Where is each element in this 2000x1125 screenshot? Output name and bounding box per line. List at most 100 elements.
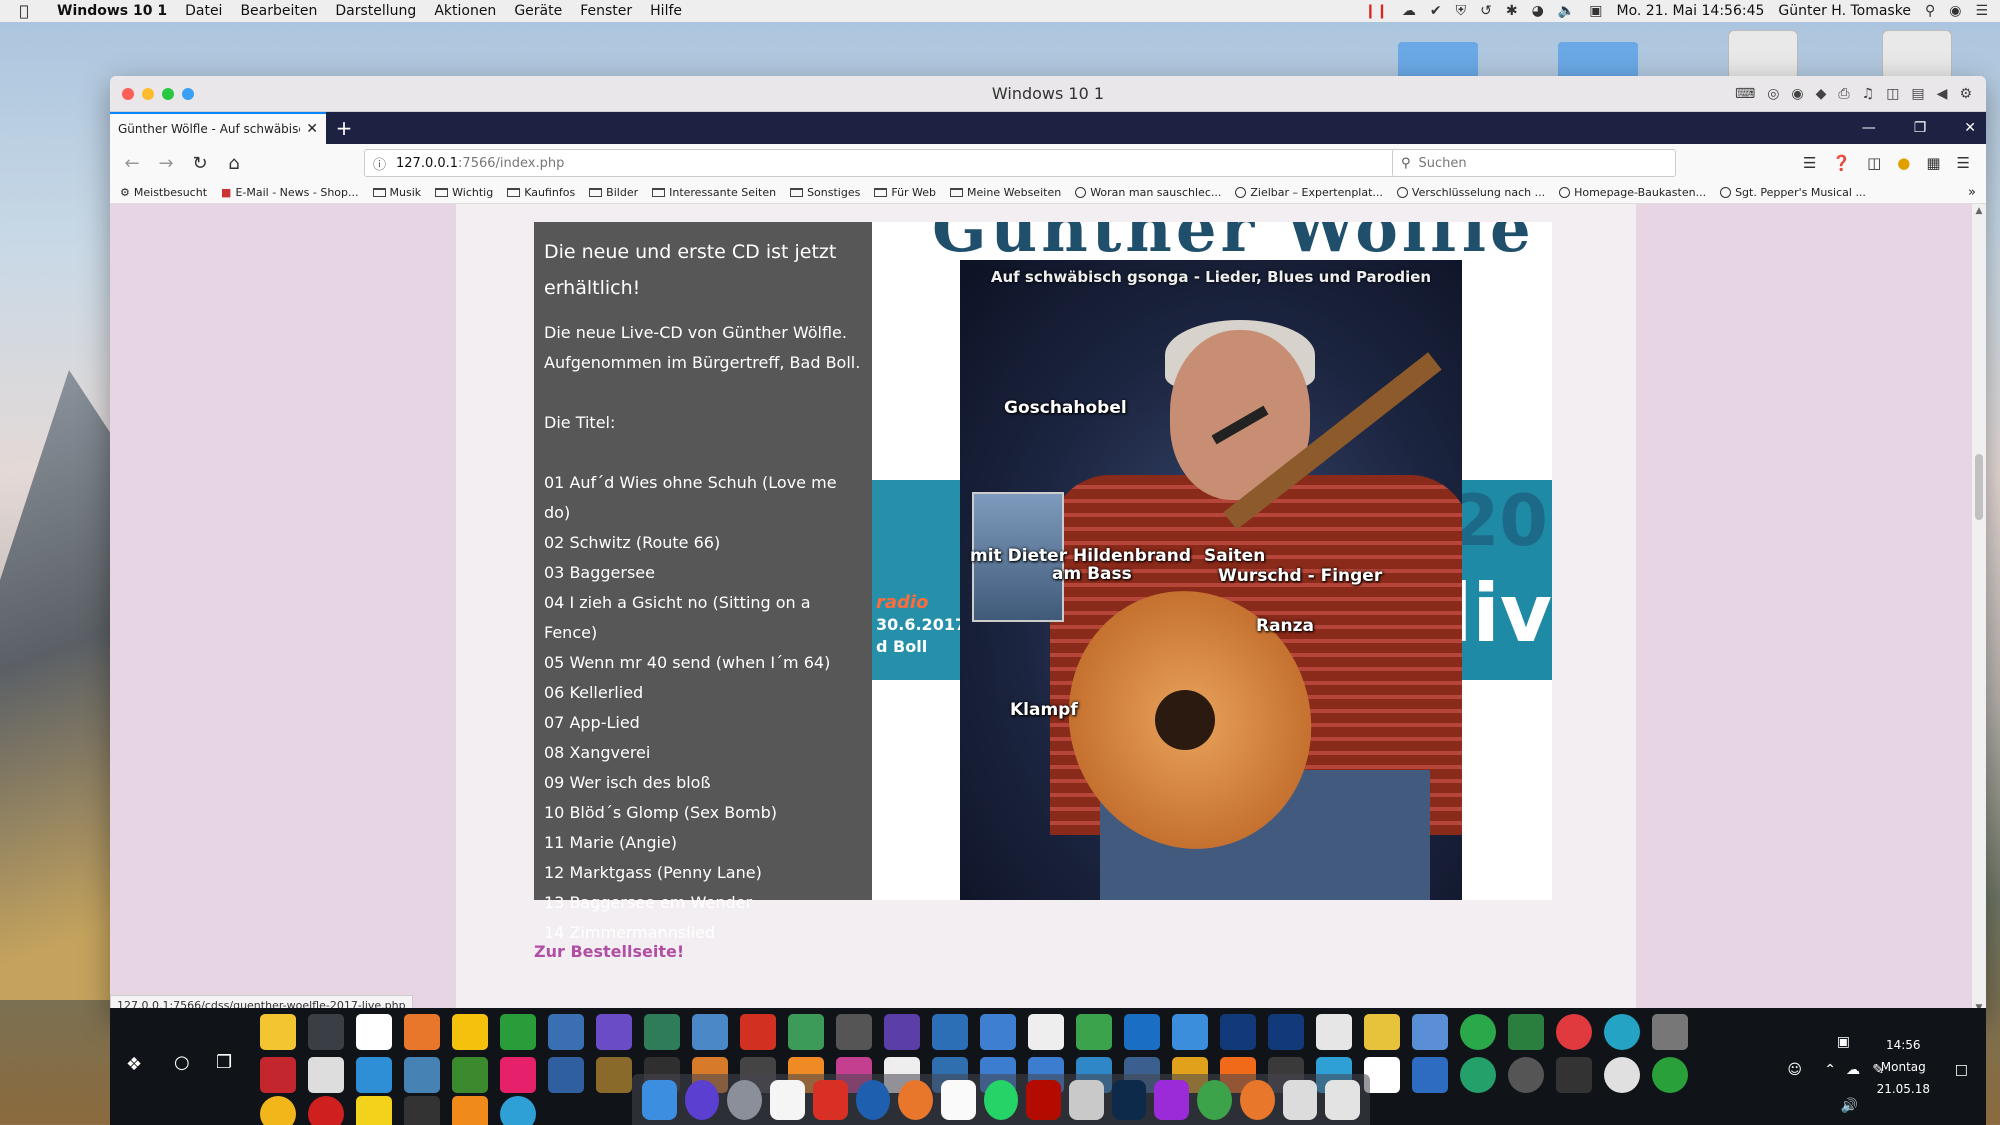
wifi-icon[interactable]: ◕ [1532, 3, 1544, 19]
vertical-scrollbar[interactable]: ▲ ▼ [1972, 204, 1986, 1015]
home-icon[interactable]: ⌂ [220, 149, 248, 177]
menu-darstellung[interactable]: Darstellung [326, 3, 425, 19]
onedrive-icon[interactable]: ☁ [1846, 1062, 1860, 1078]
bluetooth-icon[interactable]: ✱ [1506, 3, 1518, 19]
document-dock-icon[interactable] [940, 1079, 976, 1120]
scroll-up-arrow-icon[interactable]: ▲ [1972, 206, 1986, 216]
bookmark-item[interactable]: ⚙ Meistbesucht [120, 186, 207, 199]
site-info-icon[interactable]: ⓘ [373, 154, 386, 173]
network-icon[interactable]: ▣ [1837, 1034, 1850, 1050]
app-compass-icon[interactable] [932, 1014, 968, 1050]
sound-icon[interactable]: ♫ [1862, 86, 1875, 102]
bookmark-item[interactable]: Zielbar – Expertenplat... [1235, 186, 1383, 199]
app-m-icon[interactable] [500, 1057, 536, 1093]
sidebar-icon[interactable]: ◫ [1867, 154, 1881, 172]
launchpad-icon[interactable] [727, 1079, 763, 1120]
app-circle-icon[interactable] [500, 1096, 536, 1125]
bookmark-folder[interactable]: Musik [372, 186, 421, 199]
disk-icon[interactable]: ◫ [1886, 86, 1899, 102]
folder-share-icon[interactable]: ▤ [1911, 86, 1924, 102]
bookmarks-overflow-chevron-icon[interactable]: » [1968, 185, 1976, 200]
app-warning-icon[interactable] [260, 1096, 296, 1125]
creative-cloud-icon[interactable]: ☁ [1402, 3, 1416, 19]
app-gray2-icon[interactable] [1508, 1057, 1544, 1093]
menu-bearbeiten[interactable]: Bearbeiten [231, 3, 326, 19]
app-blue-icon[interactable] [692, 1014, 728, 1050]
usb-icon[interactable]: ◆ [1816, 86, 1827, 102]
bookmark-folder[interactable]: Sonstiges [790, 186, 860, 199]
app-lock-icon[interactable] [596, 1057, 632, 1093]
app-bug-icon[interactable] [260, 1057, 296, 1093]
shield-icon[interactable]: ⛨ [1456, 3, 1467, 19]
app-media-icon[interactable] [404, 1096, 440, 1125]
app-helmet-icon[interactable] [452, 1057, 488, 1093]
app-dock-purple-icon[interactable] [1154, 1079, 1190, 1120]
photoshop-icon[interactable] [1111, 1079, 1147, 1120]
france-tv-icon[interactable] [1220, 1014, 1256, 1050]
firefox-dev-icon[interactable] [1239, 1079, 1275, 1120]
spotlight-search-icon[interactable]: ⚲ [1925, 3, 1935, 19]
firefox-icon[interactable] [404, 1014, 440, 1050]
file-explorer-icon[interactable] [260, 1014, 296, 1050]
volume-icon[interactable]: 🔈 [1558, 3, 1575, 19]
cards-icon[interactable] [356, 1014, 392, 1050]
task-view-icon[interactable]: ❐ [216, 1052, 232, 1073]
app-triangle-icon[interactable] [1652, 1057, 1688, 1093]
app-f-icon[interactable] [1124, 1014, 1160, 1050]
action-center-icon[interactable]: □ [1955, 1062, 1968, 1078]
bookmark-item[interactable]: Homepage-Baukasten... [1559, 186, 1706, 199]
printer-icon[interactable]: ⎙ [1838, 86, 1849, 102]
menu-datei[interactable]: Datei [176, 3, 231, 19]
app-chart-icon[interactable] [1076, 1014, 1112, 1050]
app-settings-icon[interactable] [980, 1014, 1016, 1050]
globe-app-icon[interactable] [548, 1014, 584, 1050]
firefox-dock-icon[interactable] [898, 1079, 933, 1120]
arrow-left-icon[interactable]: ◀ [1937, 86, 1948, 102]
people-icon[interactable]: ☺ [1787, 1062, 1802, 1078]
bookmark-folder[interactable]: Interessante Seiten [652, 186, 776, 199]
cortana-circle-icon[interactable]: ○ [174, 1052, 190, 1073]
menu-hilfe[interactable]: Hilfe [641, 3, 691, 19]
desktop-folder-icon[interactable] [1398, 42, 1478, 77]
bookmark-item[interactable]: Verschlüsselung nach ... [1396, 186, 1545, 199]
bookmark-folder[interactable]: Kaufinfos [507, 186, 575, 199]
trash-icon[interactable] [1325, 1079, 1360, 1120]
app-screen-icon[interactable] [404, 1057, 440, 1093]
france-tv2-icon[interactable] [1268, 1014, 1304, 1050]
app-print-icon[interactable] [1364, 1014, 1400, 1050]
app-dock-green-icon[interactable] [1197, 1079, 1232, 1120]
browser-tab[interactable]: Günther Wölfle - Auf schwäbisch gs ✕ [110, 112, 326, 144]
whatsapp-icon[interactable] [983, 1079, 1019, 1120]
bookmark-folder[interactable]: Wichtig [435, 186, 493, 199]
tab-close-icon[interactable]: ✕ [306, 121, 318, 137]
app-chrome-icon[interactable] [1604, 1057, 1640, 1093]
new-tab-button[interactable]: + [326, 112, 362, 144]
app-purple-icon[interactable] [596, 1014, 632, 1050]
menubar-user[interactable]: Günter H. Tomaske [1778, 3, 1911, 19]
app-norton-icon[interactable] [356, 1096, 392, 1125]
menu-fenster[interactable]: Fenster [571, 3, 641, 19]
library-icon[interactable]: ☰ [1803, 154, 1816, 172]
help-icon[interactable]: ❓ [1832, 154, 1851, 172]
camera-icon[interactable]: ◉ [1791, 86, 1803, 102]
finder-icon[interactable] [642, 1079, 677, 1120]
app-doc-icon[interactable] [308, 1057, 344, 1093]
search-bar[interactable]: ⚲ Suchen [1392, 149, 1676, 177]
app-pen-icon[interactable] [788, 1014, 824, 1050]
notification-center-icon[interactable]: ☰ [1975, 3, 1988, 19]
app-cube-icon[interactable] [884, 1014, 920, 1050]
settings-gear-icon[interactable]: ⚙ [1959, 86, 1972, 102]
menu-app-name[interactable]: Windows 10 1 [48, 3, 176, 19]
parallels-icon[interactable]: ❙❙ [1364, 3, 1387, 19]
app-folder2-icon[interactable] [1412, 1057, 1448, 1093]
app-dock-screen-icon[interactable] [1282, 1079, 1318, 1120]
app-red-triangle-icon[interactable] [308, 1096, 344, 1125]
menu-aktionen[interactable]: Aktionen [425, 3, 505, 19]
extension-grid-icon[interactable]: ▦ [1926, 154, 1940, 172]
url-bar[interactable]: ⓘ 127.0.0.1 :7566/index.php ▤ ⋯ ▼ ☆ [364, 149, 1494, 177]
hamburger-menu-icon[interactable]: ☰ [1957, 154, 1970, 172]
app-calendar-icon[interactable] [1316, 1014, 1352, 1050]
ez-icon[interactable] [1556, 1014, 1592, 1050]
app-dark-green-icon[interactable] [644, 1014, 680, 1050]
bookmark-item[interactable]: ■ E-Mail - News - Shop... [221, 186, 358, 199]
